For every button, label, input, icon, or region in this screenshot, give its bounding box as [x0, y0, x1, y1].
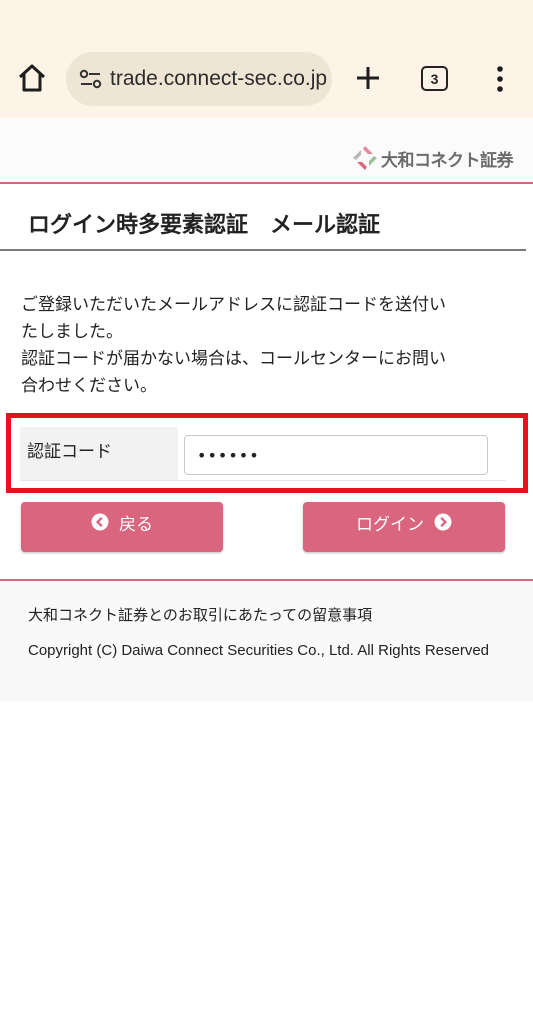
trading-notice-link[interactable]: 大和コネクト証券とのお取引にあたっての留意事項 — [28, 604, 372, 625]
auth-code-label: 認証コード — [20, 427, 178, 480]
chevron-left-circle-icon — [91, 513, 109, 531]
logo-mark-icon — [353, 146, 377, 170]
logo-text: 大和コネクト証券 — [381, 150, 514, 171]
copyright-text: Copyright (C) Daiwa Connect Securities C… — [28, 642, 490, 659]
auth-code-input[interactable] — [184, 435, 488, 475]
back-button[interactable]: 戻る — [21, 502, 223, 552]
home-icon[interactable] — [16, 62, 48, 94]
tab-switcher-button[interactable]: 3 — [421, 66, 448, 91]
chevron-right-circle-icon — [434, 513, 452, 531]
url-text[interactable]: trade.connect-sec.co.jp — [110, 67, 327, 91]
instruction-message: ご登録いただいたメールアドレスに認証コードを送付い たしました。 認証コードが届… — [21, 292, 511, 400]
more-menu-icon[interactable] — [490, 64, 510, 94]
login-button-label: ログイン — [356, 514, 424, 535]
site-settings-icon[interactable] — [78, 66, 104, 92]
login-button[interactable]: ログイン — [303, 502, 505, 552]
address-bar[interactable]: trade.connect-sec.co.jp — [66, 52, 332, 106]
site-header: 大和コネクト証券 — [0, 118, 533, 184]
message-line: 合わせください。 — [21, 376, 157, 396]
message-line: ご登録いただいたメールアドレスに認証コードを送付い — [21, 295, 446, 315]
site-footer: 大和コネクト証券とのお取引にあたっての留意事項 Copyright (C) Da… — [0, 579, 533, 702]
page-title: ログイン時多要素認証 メール認証 — [28, 213, 381, 238]
tab-count: 3 — [430, 70, 439, 87]
browser-toolbar: trade.connect-sec.co.jp 3 — [0, 0, 533, 118]
back-button-label: 戻る — [119, 514, 153, 535]
message-line: たしました。 — [21, 322, 123, 342]
auth-code-row: 認証コード — [20, 427, 506, 481]
auth-code-cell — [178, 427, 506, 480]
company-logo[interactable]: 大和コネクト証券 — [351, 144, 514, 172]
new-tab-icon[interactable] — [354, 64, 382, 92]
message-line: 認証コードが届かない場合は、コールセンターにお問い — [21, 349, 446, 369]
title-divider — [0, 249, 526, 251]
